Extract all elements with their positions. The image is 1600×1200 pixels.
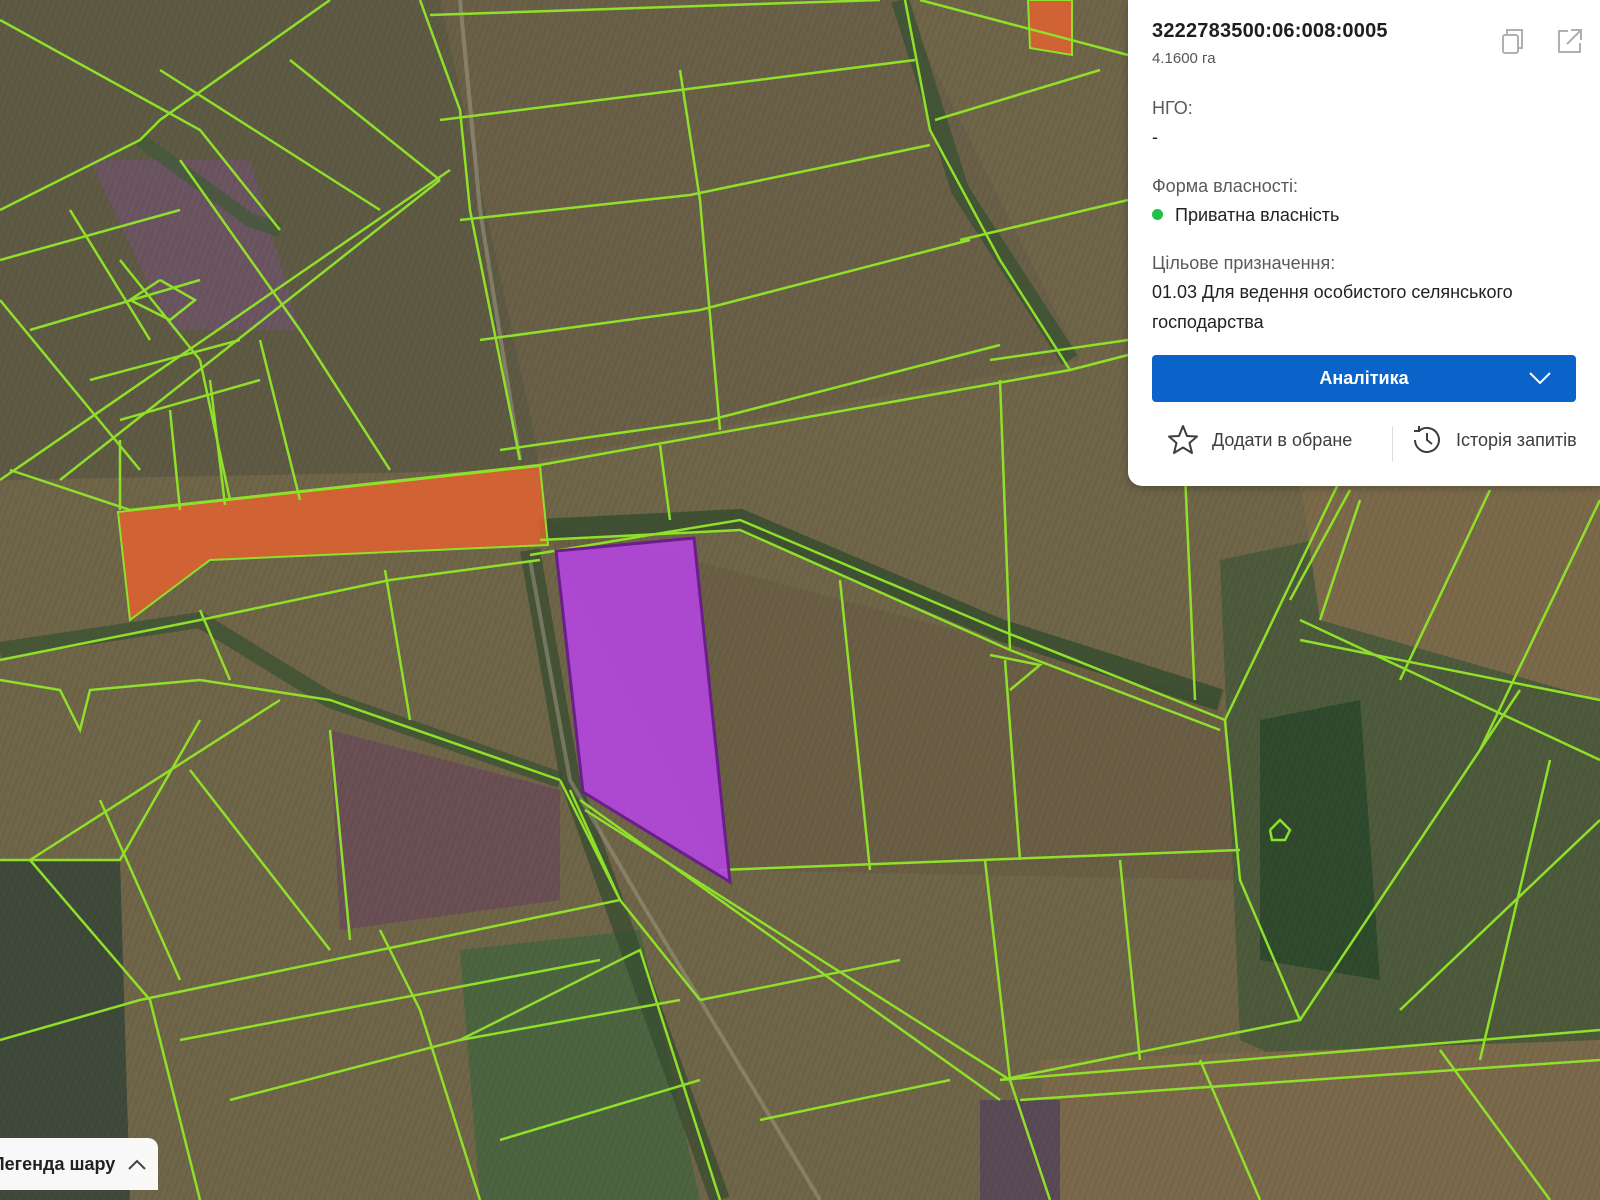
chevron-up-icon: [128, 1159, 146, 1170]
ownership-value: Приватна власність: [1152, 200, 1582, 230]
star-icon: [1168, 425, 1198, 454]
copy-icon: [1502, 29, 1523, 54]
analytics-button-label: Аналітика: [1319, 368, 1409, 388]
ownership-value-text: Приватна власність: [1175, 205, 1340, 225]
external-link-icon: [1558, 29, 1582, 53]
chevron-down-icon: [1529, 372, 1551, 385]
layer-legend-label: Легенда шару: [0, 1153, 116, 1174]
layer-legend-toggle[interactable]: Легенда шару: [0, 1138, 158, 1190]
add-favorite-label: Додати в обране: [1212, 429, 1353, 450]
ngo-value: -: [1152, 127, 1158, 147]
actions-divider: [1392, 426, 1393, 462]
open-external-button[interactable]: [1552, 24, 1586, 58]
add-favorite-button[interactable]: Додати в обране: [1166, 423, 1352, 457]
history-icon: [1414, 426, 1440, 453]
purpose-label: Цільове призначення:: [1152, 253, 1336, 273]
parcel-info-panel: 3222783500:06:008:0005 4.1600 га НГО: - …: [1128, 0, 1600, 486]
request-history-button[interactable]: Історія запитів: [1410, 423, 1577, 457]
cadastral-number: 3222783500:06:008:0005: [1152, 20, 1388, 42]
parcel-area: 4.1600 га: [1152, 50, 1216, 67]
ngo-label: НГО:: [1152, 98, 1193, 118]
ownership-label: Форма власності:: [1152, 176, 1298, 196]
analytics-button[interactable]: Аналітика: [1152, 355, 1576, 402]
request-history-label: Історія запитів: [1456, 429, 1577, 450]
copy-button[interactable]: [1494, 24, 1528, 58]
purpose-value: 01.03 Для ведення особистого селянського…: [1152, 282, 1513, 332]
ownership-status-dot: [1152, 208, 1163, 220]
